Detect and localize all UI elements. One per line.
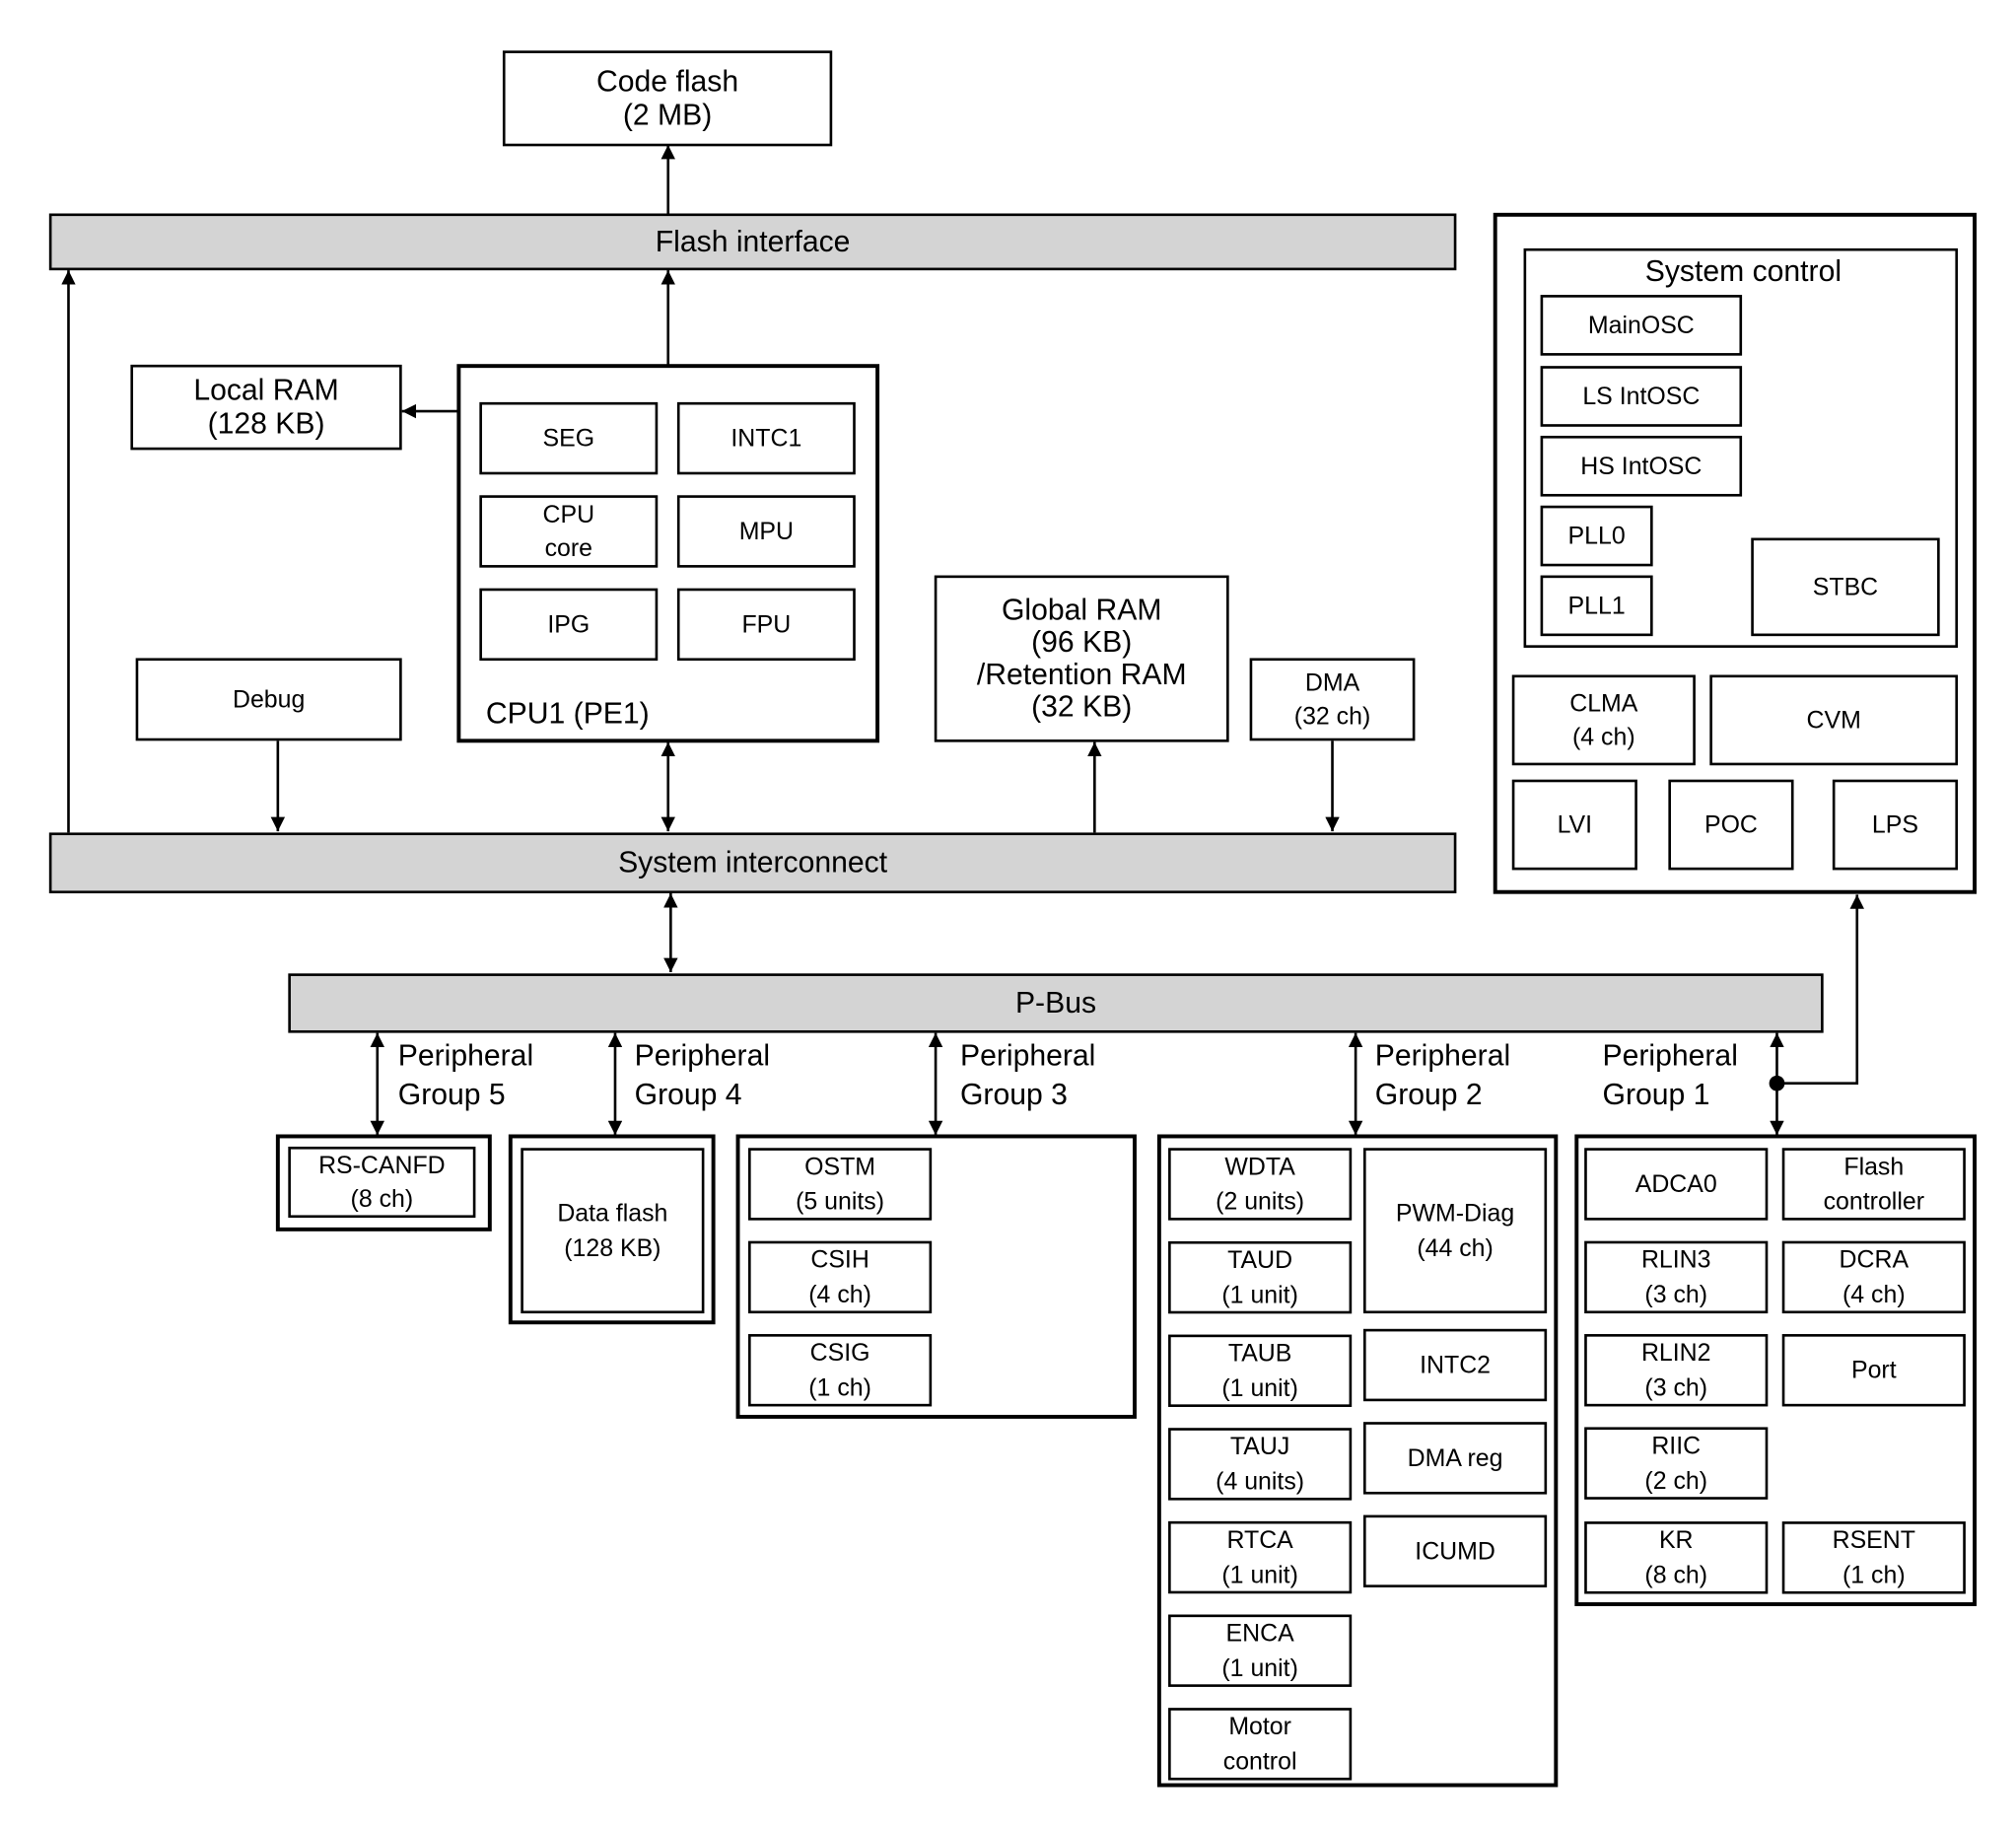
sc-clma-4-ch-block-text: CLMA: [1569, 689, 1638, 717]
debug-block-text: Debug: [233, 685, 305, 713]
g3-ostm-5-units-block-text: (5 units): [796, 1188, 884, 1216]
g2-wdta-2-units-block-text: WDTA: [1224, 1153, 1295, 1180]
g1-kr-8-ch-block-text: KR: [1659, 1526, 1694, 1554]
cpu1-label-text: CPU1 (PE1): [486, 697, 650, 730]
g2-enca-1-unit-block-text: ENCA: [1226, 1620, 1295, 1648]
g1-rlin3-3-ch-block-text: (3 ch): [1644, 1281, 1707, 1308]
sc-stbc-block-text: STBC: [1813, 573, 1878, 600]
g4-data-flash-128-kb-block-border: [521, 1148, 705, 1314]
g3-ostm-5-units-block-text: OSTM: [804, 1153, 875, 1180]
g1-rlin2-3-ch-block-text: RLIN2: [1641, 1339, 1711, 1367]
g1-port-block-text: Port: [1851, 1357, 1897, 1384]
g2-pwm-diag-44-ch-block-border: [1362, 1148, 1548, 1314]
g1-rsent-1-ch-block-text: (1 ch): [1842, 1562, 1906, 1589]
sc-ls-intosc-block-text: LS IntOSC: [1582, 383, 1700, 410]
global-ram-block-text: Global RAM: [1002, 594, 1161, 626]
local-ram-block-text: Local RAM: [193, 375, 338, 407]
global-ram-block-text: (96 KB): [1031, 626, 1132, 659]
g1-dcra-4-ch-block-text: DCRA: [1840, 1246, 1910, 1274]
g1-flash-controller-block-text: Flash: [1843, 1153, 1904, 1180]
g2-pwm-diag-44-ch-block-text: (44 ch): [1417, 1234, 1493, 1262]
p-bus-text: P-Bus: [1015, 987, 1096, 1019]
g1-kr-8-ch-block-text: (8 ch): [1644, 1562, 1707, 1589]
peripheral-g5-label-text: Peripheral: [398, 1040, 533, 1073]
junction-dot: [1769, 1075, 1785, 1091]
g2-taud-1-unit-block-text: TAUD: [1227, 1246, 1292, 1274]
g1-rlin2-3-ch-block-text: (3 ch): [1644, 1373, 1707, 1401]
dma-block-text: DMA: [1305, 668, 1360, 696]
system-interconnect-bus-text: System interconnect: [618, 847, 888, 879]
sc-lps-block-text: LPS: [1872, 811, 1918, 839]
sc-mainosc-block-text: MainOSC: [1588, 312, 1695, 339]
g2-pwm-diag-44-ch-block: [1362, 1148, 1548, 1314]
g1-rsent-1-ch-block-text: RSENT: [1833, 1526, 1915, 1554]
block-diagram: Code flash(2 MB) Flash interface Local RAM…: [48, 50, 1978, 1788]
g1-riic-2-ch-block-text: (2 ch): [1644, 1467, 1707, 1495]
g1-flash-controller-block-text: controller: [1824, 1188, 1924, 1216]
cpu-cpu-core-block-text: core: [545, 534, 592, 562]
g4-data-flash-128-kb-block-text: Data flash: [557, 1199, 667, 1227]
g2-pwm-diag-44-ch-block-text: PWM-Diag: [1396, 1199, 1514, 1227]
code-flash-block-text: Code flash: [596, 65, 738, 98]
flash-interface-bus-text: Flash interface: [656, 226, 851, 258]
global-ram-block-text: /Retention RAM: [977, 659, 1187, 691]
g1-riic-2-ch-block-text: RIIC: [1651, 1432, 1701, 1459]
cpu-mpu-block-text: MPU: [739, 518, 794, 545]
g1-adca0-block-text: ADCA0: [1635, 1170, 1717, 1198]
g1-rlin3-3-ch-block-text: RLIN3: [1641, 1246, 1711, 1274]
sc-clma-4-ch-block-text: (4 ch): [1572, 723, 1635, 750]
sc-cvm-block-text: CVM: [1807, 706, 1861, 734]
g2-motor-control-block-text: control: [1223, 1748, 1297, 1776]
g2-dma-reg-block-text: DMA reg: [1408, 1444, 1503, 1472]
cpu-seg-block-text: SEG: [543, 425, 595, 453]
g3-csig-1-ch-block-text: CSIG: [810, 1339, 870, 1367]
cpu-ipg-block-text: IPG: [547, 610, 590, 638]
dma-block-text: (32 ch): [1294, 702, 1370, 730]
peripheral-g4-label-text: Group 4: [635, 1079, 742, 1111]
sc-poc-block-text: POC: [1704, 811, 1758, 839]
peripheral-g4-label-text: Peripheral: [635, 1040, 770, 1073]
cpu-cpu-core-block-text: CPU: [543, 501, 595, 528]
peripheral-g1-label-text: Group 1: [1603, 1079, 1710, 1111]
sc-pll0-block-text: PLL0: [1568, 523, 1626, 550]
peripheral-g3-label-text: Peripheral: [960, 1040, 1095, 1073]
g2-tauj-4-units-block-text: TAUJ: [1230, 1433, 1289, 1460]
g2-taub-1-unit-block-text: (1 unit): [1221, 1374, 1297, 1402]
g5-rs-canfd-8-ch-block-text: (8 ch): [351, 1185, 414, 1213]
g5-rs-canfd-8-ch-block-text: RS-CANFD: [318, 1152, 446, 1179]
global-ram-block-text: (32 KB): [1031, 691, 1132, 724]
g2-tauj-4-units-block-text: (4 units): [1216, 1468, 1304, 1496]
g2-icumd-block-text: ICUMD: [1415, 1537, 1495, 1565]
peripheral-g2-label-text: Peripheral: [1375, 1040, 1510, 1073]
local-ram-block-text: (128 KB): [208, 408, 325, 441]
cpu-intc1-block-text: INTC1: [730, 425, 801, 453]
peripheral-g3-label-text: Group 3: [960, 1079, 1068, 1111]
sc-pll1-block-text: PLL1: [1568, 592, 1626, 619]
g2-rtca-1-unit-block-text: RTCA: [1226, 1526, 1293, 1554]
peripheral-g5-label-text: Group 5: [398, 1079, 506, 1111]
g2-wdta-2-units-block-text: (2 units): [1216, 1188, 1304, 1216]
peripheral-g2-label-text: Group 2: [1375, 1079, 1483, 1111]
g4-data-flash-128-kb-block-text: (128 KB): [564, 1234, 660, 1262]
g2-enca-1-unit-block-text: (1 unit): [1221, 1654, 1297, 1682]
sc-lvi-block-text: LVI: [1558, 811, 1593, 839]
g3-csih-4-ch-block-text: (4 ch): [808, 1281, 871, 1308]
peripheral-g1-label-text: Peripheral: [1603, 1040, 1738, 1073]
g2-motor-control-block-text: Motor: [1228, 1713, 1291, 1740]
sc-hs-intosc-block-text: HS IntOSC: [1580, 453, 1702, 480]
g3-csig-1-ch-block-text: (1 ch): [808, 1373, 871, 1401]
blocks: Code flash(2 MB) Flash interface Local RAM…: [48, 50, 1978, 1788]
g2-intc2-block-text: INTC2: [1420, 1352, 1491, 1379]
g1-dcra-4-ch-block-text: (4 ch): [1842, 1281, 1906, 1308]
system-control-title-text: System control: [1645, 255, 1842, 288]
code-flash-block-text: (2 MB): [623, 99, 712, 131]
g3-csih-4-ch-block-text: CSIH: [810, 1246, 869, 1274]
g2-rtca-1-unit-block-text: (1 unit): [1221, 1561, 1297, 1588]
cpu-fpu-block-text: FPU: [741, 610, 791, 638]
g2-taud-1-unit-block-text: (1 unit): [1221, 1281, 1297, 1308]
g2-taub-1-unit-block-text: TAUB: [1228, 1340, 1292, 1368]
g4-data-flash-128-kb-block: [521, 1148, 705, 1314]
